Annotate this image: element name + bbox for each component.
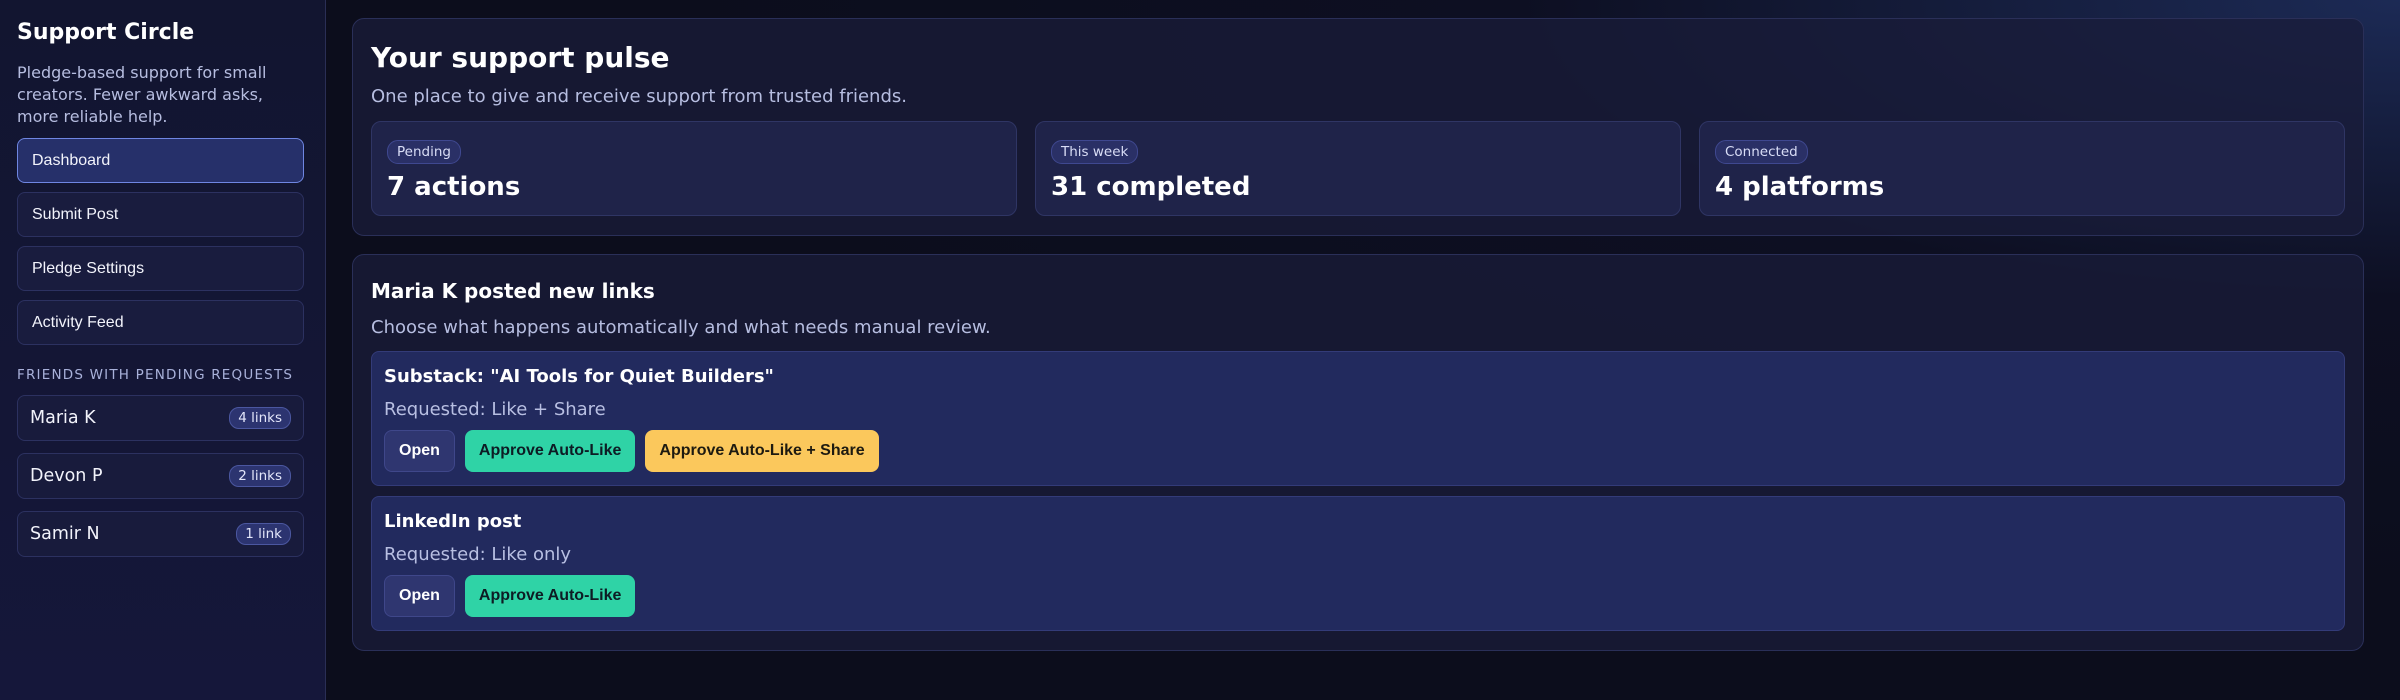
open-button[interactable]: Open	[384, 575, 455, 617]
friend-item-devon-p[interactable]: Devon P 2 links	[17, 453, 304, 499]
link-count-badge: 2 links	[229, 465, 291, 487]
link-requested: Requested: Like + Share	[384, 399, 606, 420]
nav-item-activity-feed[interactable]: Activity Feed	[17, 300, 304, 345]
stat-value: 31 completed	[1051, 172, 1251, 202]
approve-auto-like-share-button[interactable]: Approve Auto-Like + Share	[645, 430, 879, 472]
stat-card-connected: Connected 4 platforms	[1699, 121, 2345, 216]
approve-auto-like-button[interactable]: Approve Auto-Like	[464, 575, 636, 617]
stats-row: Pending 7 actions This week 31 completed…	[371, 121, 2345, 216]
sidebar-nav: Dashboard Submit Post Pledge Settings Ac…	[17, 138, 308, 345]
stat-pill: Pending	[387, 140, 461, 164]
app-root: Support Circle Pledge-based support for …	[0, 0, 2400, 700]
link-count-badge: 4 links	[229, 407, 291, 429]
stat-value: 7 actions	[387, 172, 521, 202]
stat-card-this-week: This week 31 completed	[1035, 121, 1681, 216]
link-count-badge: 1 link	[236, 523, 291, 545]
nav-item-dashboard[interactable]: Dashboard	[17, 138, 304, 183]
section-subtitle: Choose what happens automatically and wh…	[371, 317, 991, 338]
app-description: Pledge-based support for small creators.…	[17, 63, 267, 126]
new-links-panel: Maria K posted new links Choose what hap…	[352, 254, 2364, 651]
nav-item-pledge-settings[interactable]: Pledge Settings	[17, 246, 304, 291]
link-title: LinkedIn post	[384, 511, 522, 532]
open-button[interactable]: Open	[384, 430, 455, 472]
link-title: Substack: "AI Tools for Quiet Builders"	[384, 366, 774, 387]
main-content: Your support pulse One place to give and…	[326, 0, 2400, 700]
nav-item-submit-post[interactable]: Submit Post	[17, 192, 304, 237]
stat-pill: This week	[1051, 140, 1139, 164]
friend-item-maria-k[interactable]: Maria K 4 links	[17, 395, 304, 441]
approve-auto-like-button[interactable]: Approve Auto-Like	[464, 430, 636, 472]
stat-pill: Connected	[1715, 140, 1808, 164]
friend-name: Devon P	[30, 466, 103, 486]
link-actions: Open Approve Auto-Like Approve Auto-Like…	[384, 430, 2332, 472]
friend-item-samir-n[interactable]: Samir N 1 link	[17, 511, 304, 557]
link-card-linkedin: LinkedIn post Requested: Like only Open …	[371, 496, 2345, 631]
friend-name: Maria K	[30, 408, 96, 428]
sidebar: Support Circle Pledge-based support for …	[0, 0, 326, 700]
link-actions: Open Approve Auto-Like	[384, 575, 2332, 617]
stat-value: 4 platforms	[1715, 172, 1885, 202]
stat-card-pending: Pending 7 actions	[371, 121, 1017, 216]
friend-name: Samir N	[30, 524, 100, 544]
link-requested: Requested: Like only	[384, 544, 572, 565]
section-title: Maria K posted new links	[371, 279, 655, 303]
friends-section-label: Friends with pending requests	[17, 367, 294, 383]
page-title: Your support pulse	[371, 41, 670, 74]
link-card-substack: Substack: "AI Tools for Quiet Builders" …	[371, 351, 2345, 486]
support-pulse-panel: Your support pulse One place to give and…	[352, 18, 2364, 236]
app-title: Support Circle	[17, 20, 195, 45]
page-subtitle: One place to give and receive support fr…	[371, 86, 907, 107]
